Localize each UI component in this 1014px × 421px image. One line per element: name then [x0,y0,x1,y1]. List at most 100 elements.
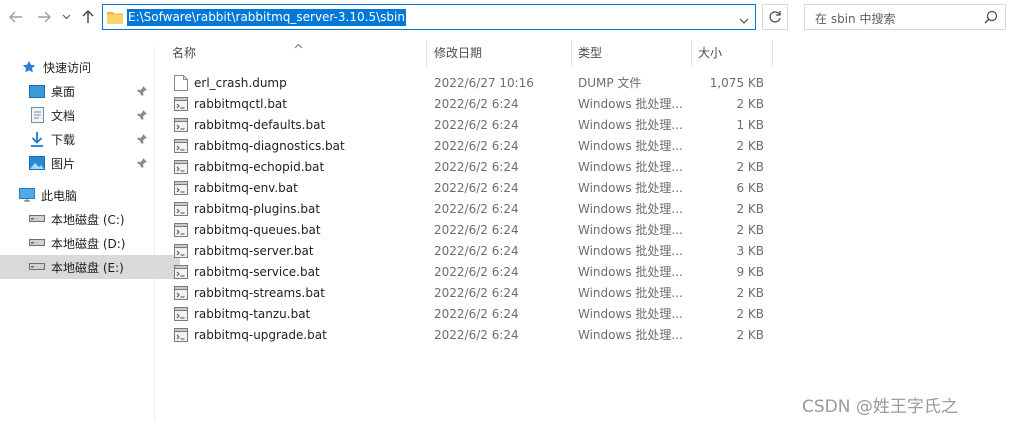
navigation-pane: 快速访问 桌面 文档 下载 图片 此电脑 本地磁盘 (C:) 本地磁盘 (D:)… [0,44,180,421]
file-row[interactable]: rabbitmq-tanzu.bat 2022/6/2 6:24 Windows 批… [166,304,774,325]
file-date-modified: 2022/6/2 6:24 [434,286,519,300]
file-type: Windows 批处理... [578,181,683,195]
file-row[interactable]: rabbitmqctl.bat 2022/6/2 6:24 Windows 批处理.… [166,94,774,115]
file-type: Windows 批处理... [578,328,683,342]
pin-icon[interactable] [137,133,147,147]
file-row[interactable]: rabbitmq-server.bat 2022/6/2 6:24 Windows … [166,241,774,262]
file-size: 3 KB [736,244,764,258]
file-date-modified: 2022/6/2 6:24 [434,265,519,279]
file-size: 6 KB [736,181,764,195]
pin-icon[interactable] [137,157,147,171]
column-divider[interactable] [772,40,773,67]
watermark: CSDN @姓王字氏之 [802,397,958,417]
file-name: rabbitmq-server.bat [194,244,314,258]
pin-icon[interactable] [137,85,147,99]
search-placeholder: 在 sbin 中搜索 [815,12,896,26]
star-icon [20,58,38,76]
file-name: rabbitmqctl.bat [194,97,287,111]
sidebar-item-drive-d[interactable]: 本地磁盘 (D:) [0,231,180,255]
up-button[interactable] [78,6,98,28]
sidebar-label: 快速访问 [43,60,92,75]
file-name: rabbitmq-echopid.bat [194,160,325,174]
file-date-modified: 2022/6/2 6:24 [434,307,519,321]
address-bar[interactable]: E:\Sofware\rabbit\rabbitmq_server-3.10.5… [102,4,756,30]
documents-icon [28,106,46,124]
sidebar-item-this-pc[interactable]: 此电脑 [0,183,170,207]
file-date-modified: 2022/6/2 6:24 [434,139,519,153]
file-date-modified: 2022/6/2 6:24 [434,181,519,195]
sidebar-item-pictures[interactable]: 图片 [0,151,180,175]
file-type: Windows 批处理... [578,139,683,153]
file-row[interactable]: rabbitmq-echopid.bat 2022/6/2 6:24 Windows… [166,157,774,178]
file-row[interactable]: rabbitmq-diagnostics.bat 2022/6/2 6:24 Win… [166,136,774,157]
folder-icon [107,10,123,27]
sidebar-item-quick-access[interactable]: 快速访问 [0,55,172,79]
sidebar-item-downloads[interactable]: 下载 [0,127,180,151]
address-dropdown-icon[interactable] [739,13,749,27]
search-icon[interactable] [984,10,998,27]
file-name: rabbitmq-env.bat [194,181,298,195]
sidebar-label: 图片 [51,156,76,171]
file-row[interactable]: rabbitmq-upgrade.bat 2022/6/2 6:24 Windows… [166,325,774,346]
download-icon [28,130,46,148]
file-row[interactable]: rabbitmq-plugins.bat 2022/6/2 6:24 Windows… [166,199,774,220]
file-name: rabbitmq-diagnostics.bat [194,139,345,153]
search-box[interactable]: 在 sbin 中搜索 [804,4,1006,30]
file-row[interactable]: rabbitmq-streams.bat 2022/6/2 6:24 Windows… [166,283,774,304]
file-size: 2 KB [736,307,764,321]
file-row[interactable]: rabbitmq-defaults.bat 2022/6/2 6:24 Window… [166,115,774,136]
recent-locations-button[interactable] [58,6,74,28]
file-row[interactable]: rabbitmq-queues.bat 2022/6/2 6:24 Windows … [166,220,774,241]
file-size: 2 KB [736,223,764,237]
computer-icon [18,186,36,204]
column-name[interactable]: 名称 [166,40,426,67]
batch-file-icon [174,180,188,196]
file-type: DUMP 文件 [578,76,642,90]
forward-button[interactable] [34,6,54,28]
column-divider[interactable] [426,40,427,67]
sidebar-label: 下载 [51,132,76,147]
file-row[interactable]: erl_crash.dump 2022/6/27 10:16 DUMP 文件 1,07… [166,73,774,94]
column-type[interactable]: 类型 [572,40,690,67]
file-name: rabbitmq-plugins.bat [194,202,321,216]
chevron-down-icon [62,14,70,20]
column-header-bar: 名称 修改日期 类型 大小 [166,40,774,67]
pictures-icon [28,154,46,172]
file-date-modified: 2022/6/2 6:24 [434,118,519,132]
batch-file-icon [174,285,188,301]
refresh-icon [769,11,781,23]
file-date-modified: 2022/6/2 6:24 [434,328,519,342]
batch-file-icon [174,264,188,280]
address-path[interactable]: E:\Sofware\rabbit\rabbitmq_server-3.10.5… [127,9,406,26]
sidebar-label: 本地磁盘 (E:) [51,260,124,275]
column-date-modified[interactable]: 修改日期 [428,40,570,67]
desktop-icon [28,82,46,100]
column-size[interactable]: 大小 [692,40,772,67]
file-size: 1 KB [736,118,764,132]
sidebar-item-desktop[interactable]: 桌面 [0,79,180,103]
back-arrow-icon [9,11,22,23]
file-name: rabbitmq-service.bat [194,265,320,279]
file-size: 2 KB [736,160,764,174]
file-type: Windows 批处理... [578,160,683,174]
batch-file-icon [174,243,188,259]
file-name: rabbitmq-defaults.bat [194,118,326,132]
file-row[interactable]: rabbitmq-env.bat 2022/6/2 6:24 Windows 批处理… [166,178,774,199]
refresh-button[interactable] [762,4,788,30]
file-name: rabbitmq-tanzu.bat [194,307,311,321]
file-type: Windows 批处理... [578,244,683,258]
file-type: Windows 批处理... [578,118,683,132]
file-name: erl_crash.dump [194,76,287,90]
batch-file-icon [174,222,188,238]
sidebar-label: 本地磁盘 (C:) [51,212,125,227]
sidebar-item-drive-e[interactable]: 本地磁盘 (E:) [0,255,180,279]
pin-icon[interactable] [137,109,147,123]
sidebar-item-drive-c[interactable]: 本地磁盘 (C:) [0,207,180,231]
back-button[interactable] [6,6,26,28]
file-row[interactable]: rabbitmq-service.bat 2022/6/2 6:24 Windows… [166,262,774,283]
file-date-modified: 2022/6/2 6:24 [434,97,519,111]
batch-file-icon [174,159,188,175]
sidebar-item-documents[interactable]: 文档 [0,103,180,127]
file-type: Windows 批处理... [578,307,683,321]
file-size: 2 KB [736,328,764,342]
